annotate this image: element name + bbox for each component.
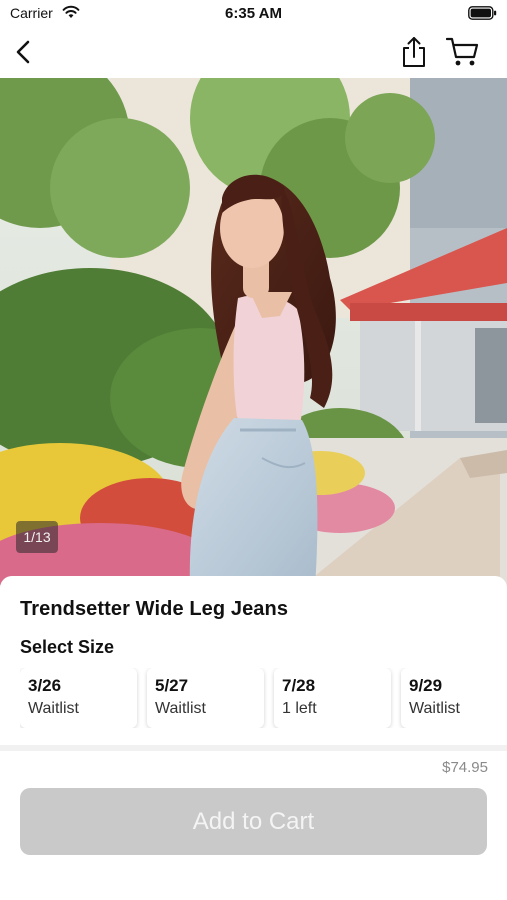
- chevron-left-icon: [16, 40, 30, 64]
- size-name: 7/28: [282, 676, 316, 695]
- add-to-cart-button[interactable]: Add to Cart: [20, 788, 487, 855]
- size-option-7-28[interactable]: 7/28 1 left: [274, 668, 391, 728]
- section-divider: [0, 745, 507, 751]
- model-photo: [0, 78, 507, 588]
- status-time: 6:35 AM: [225, 5, 282, 22]
- product-price: $74.95: [442, 759, 488, 776]
- size-name: 9/29: [409, 676, 443, 695]
- back-button[interactable]: [8, 36, 40, 68]
- product-image[interactable]: [0, 78, 507, 588]
- status-bar: Carrier 6:35 AM: [0, 0, 507, 28]
- cart-button[interactable]: [444, 35, 482, 69]
- nav-bar: [0, 28, 507, 78]
- size-option-9-29[interactable]: 9/29 Waitlist: [401, 668, 507, 728]
- size-option-5-27[interactable]: 5/27 Waitlist: [147, 668, 264, 728]
- cart-icon: [446, 37, 479, 66]
- size-option-3-26[interactable]: 3/26 Waitlist: [20, 668, 137, 728]
- size-name: 5/27: [155, 676, 189, 695]
- size-options: 3/26 Waitlist 5/27 Waitlist 7/28 1 left …: [20, 668, 507, 728]
- share-icon: [403, 37, 425, 67]
- size-status: Waitlist: [155, 700, 206, 717]
- size-status: Waitlist: [28, 700, 79, 717]
- share-button[interactable]: [398, 35, 430, 69]
- size-name: 3/26: [28, 676, 62, 695]
- product-title: Trendsetter Wide Leg Jeans: [20, 598, 289, 620]
- product-details-sheet: Trendsetter Wide Leg Jeans Select Size 3…: [0, 576, 507, 746]
- select-size-heading: Select Size: [20, 637, 115, 657]
- size-status: Waitlist: [409, 700, 460, 717]
- battery-icon: [468, 6, 497, 20]
- image-counter: 1/13: [16, 521, 58, 553]
- size-status: 1 left: [282, 700, 317, 717]
